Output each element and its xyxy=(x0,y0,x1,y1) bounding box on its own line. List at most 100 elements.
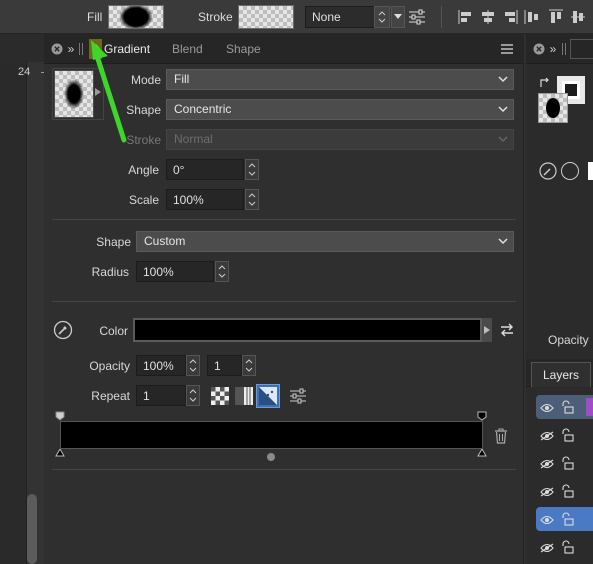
scale-stepper[interactable] xyxy=(245,189,259,210)
scale-label: Scale xyxy=(128,193,159,207)
mode-value: Fill xyxy=(174,72,190,86)
section-divider xyxy=(52,219,516,220)
opacity-input[interactable]: 100% xyxy=(136,355,186,376)
fill-color-swatch[interactable] xyxy=(538,93,568,123)
lock-icon[interactable] xyxy=(560,540,574,557)
canvas-edge: 24 xyxy=(0,34,45,564)
sliders-icon[interactable] xyxy=(407,7,427,27)
angle-input[interactable]: 0° xyxy=(166,159,244,180)
shape-value: Concentric xyxy=(174,102,232,116)
lock-icon[interactable] xyxy=(560,400,574,417)
shape-custom-label: Shape xyxy=(96,235,131,249)
none-color-circle[interactable] xyxy=(561,162,579,180)
lock-icon[interactable] xyxy=(560,512,574,529)
radius-input[interactable]: 100% xyxy=(136,261,214,282)
layer-row[interactable] xyxy=(536,479,593,503)
visibility-eye-icon[interactable] xyxy=(540,402,554,416)
expand-panel-icon[interactable]: » xyxy=(65,42,77,56)
tab-shape[interactable]: Shape xyxy=(226,42,261,56)
gradient-midpoint-handle[interactable] xyxy=(267,453,275,461)
gradient-stop-bottom-right[interactable] xyxy=(477,448,487,458)
lock-icon[interactable] xyxy=(560,428,574,445)
visibility-eye-icon[interactable] xyxy=(540,514,554,528)
tab-blend[interactable]: Blend xyxy=(172,42,203,56)
color-picker-icon[interactable] xyxy=(53,320,73,340)
stroke-style-field[interactable]: None xyxy=(305,6,375,28)
angle-stepper[interactable] xyxy=(245,159,259,180)
mode-dropdown[interactable]: Fill xyxy=(166,69,514,90)
repeat-settings-icon[interactable] xyxy=(288,386,308,406)
vertical-scrollbar-thumb[interactable] xyxy=(27,494,37,564)
expand-right-panel-icon[interactable]: » xyxy=(547,42,559,56)
opacity-step-input[interactable]: 1 xyxy=(207,355,242,376)
align-middle-icon[interactable] xyxy=(570,8,586,26)
repeat-stepper[interactable] xyxy=(186,385,200,406)
stroke-swatch[interactable] xyxy=(238,5,294,29)
align-top-icon[interactable] xyxy=(548,8,564,26)
visibility-eye-icon[interactable] xyxy=(540,430,554,444)
annotation-arrow xyxy=(91,40,127,143)
stroke-style-spinner[interactable] xyxy=(374,6,390,28)
chevron-down-icon xyxy=(498,136,508,143)
shape-dropdown[interactable]: Concentric xyxy=(166,99,514,120)
trash-icon[interactable] xyxy=(492,426,510,446)
color-swatch-bar[interactable] xyxy=(133,318,482,342)
layer-row[interactable] xyxy=(536,507,593,531)
white-swatch-partial[interactable] xyxy=(588,162,593,180)
ruler-label: 24 xyxy=(18,66,31,78)
visibility-eye-icon[interactable] xyxy=(540,542,554,556)
radius-stepper[interactable] xyxy=(215,261,229,282)
opacity-stepper[interactable] xyxy=(186,355,200,376)
section-divider xyxy=(52,469,516,470)
close-right-panel-icon[interactable] xyxy=(532,42,546,56)
repeat-input[interactable]: 1 xyxy=(136,385,186,406)
color-expand-icon[interactable] xyxy=(482,318,492,342)
repeat-label: Repeat xyxy=(91,389,130,403)
swap-fill-stroke-icon[interactable] xyxy=(538,76,552,90)
fill-swatch[interactable] xyxy=(108,5,164,29)
opacity-step-stepper[interactable] xyxy=(242,355,256,376)
tab-color-partial[interactable] xyxy=(570,39,593,59)
color-picker-icon-right[interactable] xyxy=(538,161,558,181)
lock-icon[interactable] xyxy=(560,484,574,501)
vertical-ruler: 24 xyxy=(18,62,45,564)
stroke-value: Normal xyxy=(174,132,213,146)
layer-row[interactable] xyxy=(536,423,593,447)
shape-custom-dropdown[interactable]: Custom xyxy=(136,231,514,252)
align-center-icon[interactable] xyxy=(480,8,496,26)
align-right-icon[interactable] xyxy=(502,8,518,26)
layer-row[interactable] xyxy=(536,535,593,559)
align-left-icon[interactable] xyxy=(458,8,474,26)
gradient-stop-bottom-left[interactable] xyxy=(55,448,65,458)
half-fill-repeat-icon[interactable] xyxy=(234,386,254,406)
layer-row[interactable] xyxy=(536,395,593,419)
visibility-eye-icon[interactable] xyxy=(540,458,554,472)
stroke-dropdown[interactable]: Normal xyxy=(166,129,514,150)
scale-input[interactable]: 100% xyxy=(166,189,244,210)
stroke-style-dropdown[interactable] xyxy=(391,6,405,28)
stroke-label: Stroke xyxy=(198,10,233,24)
checker-repeat-icon[interactable] xyxy=(210,386,230,406)
tab-layers[interactable]: Layers xyxy=(531,362,591,387)
chevron-down-icon xyxy=(498,238,508,245)
dither-repeat-icon[interactable] xyxy=(256,384,280,408)
swap-colors-icon[interactable] xyxy=(498,321,516,339)
close-panel-icon[interactable] xyxy=(50,42,64,56)
fill-label: Fill xyxy=(87,10,103,24)
visibility-eye-icon[interactable] xyxy=(540,486,554,500)
color-label: Color xyxy=(99,324,128,338)
top-toolbar: Fill Stroke None xyxy=(0,0,593,34)
opacity-label: Opacity xyxy=(89,359,130,373)
layer-row[interactable] xyxy=(536,451,593,475)
layer-color-tag xyxy=(586,398,593,416)
radius-label: Radius xyxy=(91,265,129,279)
chevron-down-icon xyxy=(498,76,508,83)
lock-icon[interactable] xyxy=(560,456,574,473)
shape-custom-value: Custom xyxy=(144,234,186,248)
hamburger-menu-icon[interactable] xyxy=(499,42,515,56)
right-opacity-label: Opacity xyxy=(548,333,589,347)
gradient-bar[interactable] xyxy=(60,421,483,449)
angle-label: Angle xyxy=(128,163,159,177)
distribute-horizontal-icon[interactable] xyxy=(524,8,540,26)
chevron-down-icon xyxy=(498,106,508,113)
